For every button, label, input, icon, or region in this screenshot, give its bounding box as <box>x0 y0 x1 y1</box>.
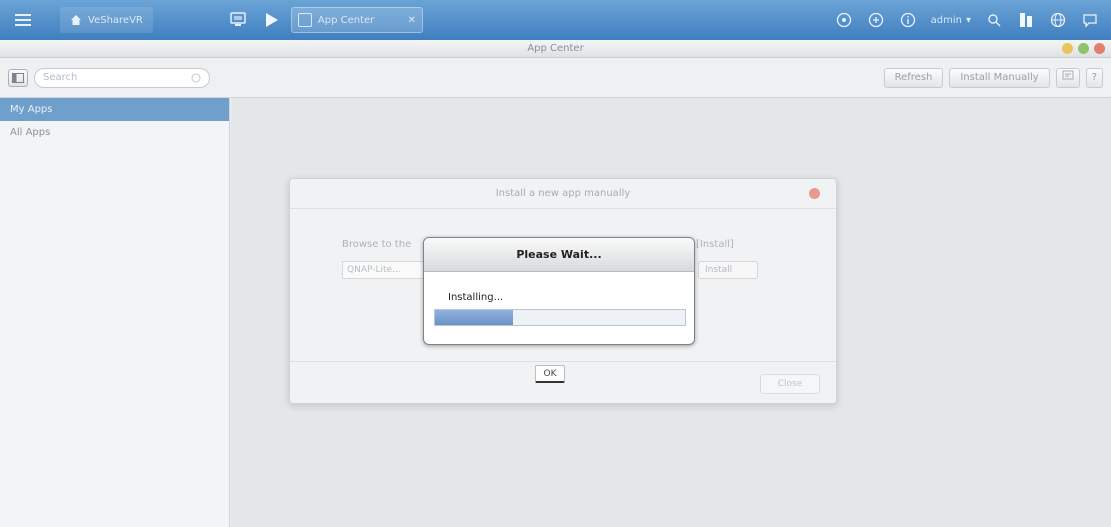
app-center-icon <box>297 13 312 27</box>
install-dialog-title: Install a new app manually <box>495 188 631 199</box>
sidebar-item-label: All Apps <box>10 127 51 138</box>
window-controls <box>1062 43 1105 54</box>
info-icon[interactable] <box>899 11 917 29</box>
help-button[interactable]: ? <box>1085 67 1103 88</box>
browse-instructions-end: [Install] <box>696 239 734 250</box>
file-path-field[interactable]: QNAP-Lite... <box>342 261 426 279</box>
progress-bar <box>434 309 686 326</box>
caret-down-icon: ▾ <box>965 14 971 26</box>
home-label: VeShareVR <box>88 14 143 26</box>
user-menu[interactable]: admin ▾ <box>931 15 971 26</box>
sidebar-item-all-apps[interactable]: All Apps <box>0 121 229 144</box>
globe-icon[interactable] <box>1049 11 1067 29</box>
dashboard-icon[interactable] <box>1017 11 1035 29</box>
desktop-icon <box>230 12 246 26</box>
maximize-button[interactable] <box>1078 43 1089 54</box>
install-dialog-header: Install a new app manually <box>290 179 836 209</box>
install-button[interactable]: Install <box>698 261 758 279</box>
close-tab-icon[interactable]: ✕ <box>407 15 415 26</box>
settings-button[interactable] <box>1055 67 1080 88</box>
search-icon[interactable] <box>985 11 1003 29</box>
toggle-sidebar-button[interactable] <box>8 68 28 87</box>
toolbar: Search Refresh Install Manually ? <box>0 58 1111 98</box>
ok-button[interactable]: OK <box>535 365 565 383</box>
browse-instructions: Browse to the <box>342 239 412 250</box>
play-button[interactable] <box>261 7 283 33</box>
search-clear-icon <box>191 73 201 82</box>
please-wait-title: Please Wait... <box>424 238 694 272</box>
sidebar-item-my-apps[interactable]: My Apps <box>0 98 229 121</box>
toolbar-actions: Refresh Install Manually ? <box>883 67 1103 88</box>
screen: VeShareVR App Center ✕ admin ▾ App Cente… <box>0 0 1111 527</box>
sidebar: My Apps All Apps <box>0 98 230 527</box>
please-wait-dialog: Please Wait... Installing... <box>423 237 695 345</box>
show-desktop-button[interactable] <box>225 7 251 33</box>
user-label: admin <box>930 14 962 26</box>
home-icon <box>71 15 81 25</box>
window-title: App Center <box>527 43 584 54</box>
install-dialog-footer: OK Close <box>290 361 836 403</box>
window-titlebar[interactable]: App Center <box>0 40 1111 58</box>
search-placeholder: Search <box>43 72 78 83</box>
hamburger-icon <box>15 14 31 26</box>
main-menu-button[interactable] <box>6 0 40 40</box>
chat-icon[interactable] <box>1081 11 1099 29</box>
close-dialog-icon[interactable] <box>809 188 820 199</box>
minimize-button[interactable] <box>1062 43 1073 54</box>
app-center-tab[interactable]: App Center ✕ <box>290 7 423 33</box>
taskbar: VeShareVR App Center ✕ admin ▾ <box>0 0 1111 40</box>
search-input[interactable]: Search <box>34 67 210 88</box>
sidebar-item-label: My Apps <box>10 104 53 115</box>
home-button[interactable]: VeShareVR <box>60 7 153 33</box>
installing-status: Installing... <box>448 292 504 303</box>
install-manually-button[interactable]: Install Manually <box>949 67 1050 88</box>
close-window-button[interactable] <box>1094 43 1105 54</box>
close-button[interactable]: Close <box>760 374 820 394</box>
system-tray: admin ▾ <box>835 0 1111 40</box>
progress-fill <box>435 310 513 325</box>
app-tab-label: App Center <box>317 14 375 26</box>
background-tasks-icon[interactable] <box>835 11 853 29</box>
external-device-icon[interactable] <box>867 11 885 29</box>
play-icon <box>265 13 278 27</box>
settings-icon <box>1062 70 1074 79</box>
help-icon: ? <box>1091 71 1097 83</box>
sidebar-icon <box>12 72 24 83</box>
refresh-button[interactable]: Refresh <box>883 67 944 88</box>
